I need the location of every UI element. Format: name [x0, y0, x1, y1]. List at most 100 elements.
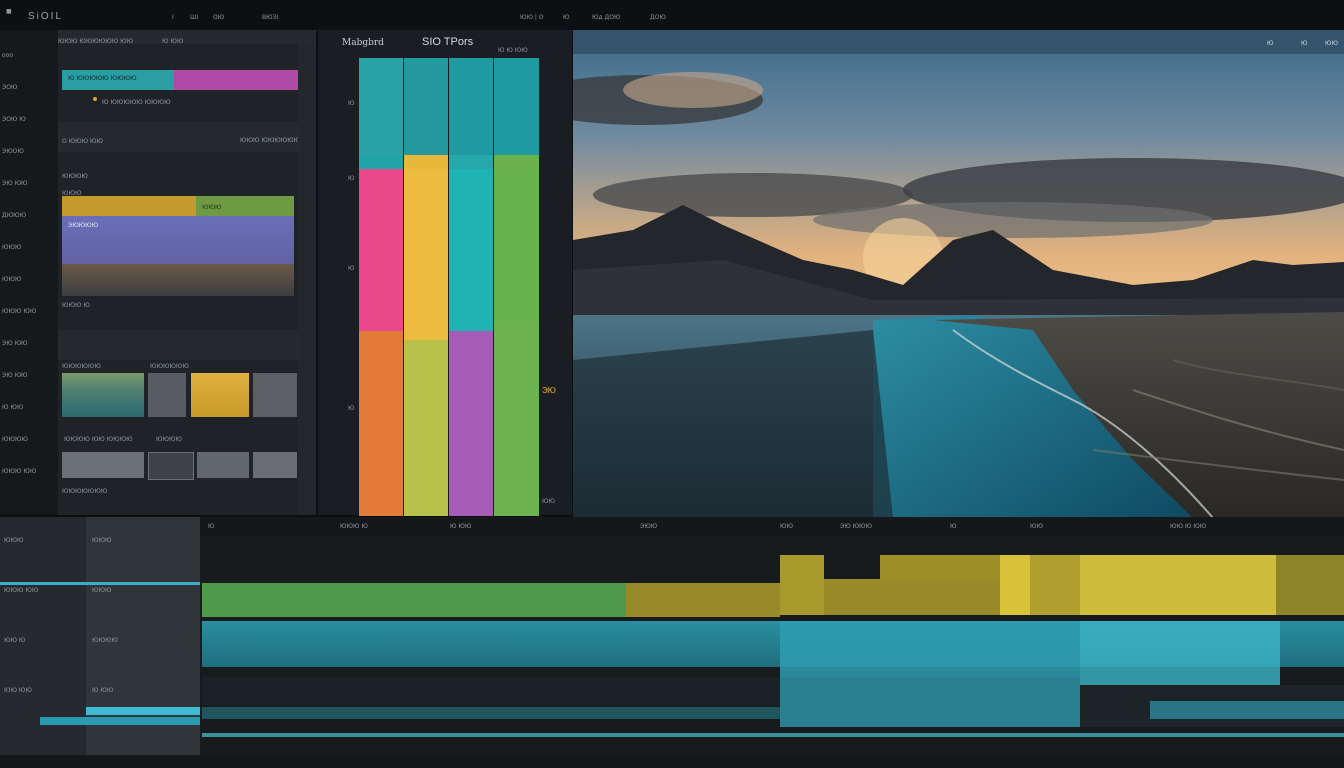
clip-olive[interactable] [626, 583, 780, 617]
swatch-teal-4[interactable] [494, 58, 539, 155]
waveform-track[interactable] [202, 707, 780, 719]
color-panel-menu[interactable]: Ю Ю ЮЮ [498, 47, 528, 54]
thumbnail-gray-2[interactable] [253, 373, 297, 417]
swatch-orange[interactable] [359, 331, 403, 516]
ruler-label[interactable]: ЭЮЮ [640, 523, 657, 530]
clip-gold-7[interactable] [780, 579, 824, 615]
menu-item-4[interactable]: BЮЗI [262, 14, 278, 21]
clip-bar-magenta[interactable] [174, 70, 311, 90]
ruler-label[interactable]: ЮЮ [780, 523, 793, 530]
sidebar-item[interactable]: ЭЮОЮ [2, 148, 24, 155]
thumbnail-landscape[interactable] [62, 373, 144, 417]
menu-item-1[interactable]: I [172, 14, 174, 21]
swatch-green-2[interactable] [494, 321, 539, 516]
timeline-scroll[interactable] [202, 733, 1344, 737]
menu-item-3[interactable]: ОЮ [213, 14, 224, 21]
swatch-strip-1[interactable] [359, 155, 403, 169]
row-label: Ю ЮЮЮЮЮ ЮЮЮЮ [102, 99, 171, 106]
sidebar-item[interactable]: ЭОЮ [2, 84, 17, 91]
menu-item-2[interactable]: ШI [190, 14, 198, 21]
lower-track-1[interactable] [202, 677, 780, 705]
ruler-label[interactable]: ЮЮ [1030, 523, 1043, 530]
top-center-item-2[interactable]: Ю [563, 14, 569, 21]
top-center-item-4[interactable]: ДОЮ [650, 14, 666, 21]
panel-header-label: ЮЮЮ ЮЮЮЮЮЮ ЮЮ [58, 38, 134, 45]
swatch-strip-2[interactable] [404, 155, 448, 169]
strip-clip-4[interactable] [253, 452, 297, 478]
viewer-control-1[interactable]: Ю [1267, 40, 1273, 47]
clip-yellow-main[interactable] [1080, 555, 1276, 615]
swatch-teal-2[interactable] [404, 58, 448, 155]
sidebar-item[interactable]: ЮЮЮ ЮЮ [2, 308, 36, 315]
strip-clip-2[interactable] [148, 452, 194, 480]
grade-preview[interactable]: ЮЮЮ ЭЮЮЮЮ [62, 196, 294, 296]
sidebar-item[interactable]: ЮЮЮ [2, 244, 21, 251]
track-label[interactable]: ЮЮЮ [4, 537, 23, 544]
clip-green[interactable] [202, 583, 626, 617]
sidebar-item[interactable]: ЭОЮ Ю [2, 116, 26, 123]
swatch-teal-3[interactable] [449, 58, 493, 155]
scale-tick-3: Ю [348, 265, 355, 272]
track-label[interactable]: ЮЮ Ю [4, 637, 25, 644]
sidebar-item[interactable]: ЭЮ ЮЮ [2, 180, 28, 187]
timeline-panel: ЮЮЮ ЮЮЮ ЮЮЮ ЮЮ ЮЮЮ ЮЮ Ю ЮЮЮЮ ЮЮ ЮЮ Ю ЮЮ Ю ЮЮЮ ЮЮ… [0, 517, 1344, 768]
ruler-label[interactable]: ЮЮ Ю ЮЮ [1170, 523, 1206, 530]
ruler-label[interactable]: Ю [208, 523, 214, 530]
sidebar-item[interactable]: Ю ЮЮ [2, 404, 23, 411]
track-label[interactable]: ЮЮ ЮЮ [4, 687, 32, 694]
ruler-label[interactable]: Ю [950, 523, 956, 530]
audio-clip-highlight-2[interactable] [1080, 621, 1280, 685]
thumbnail-yellow[interactable] [191, 373, 249, 417]
swatch-strip-4[interactable] [494, 155, 539, 169]
track-label[interactable]: ЮЮЮ [92, 587, 111, 594]
lower-clip-teal[interactable] [780, 677, 1080, 727]
clip-gold-4[interactable] [1030, 555, 1080, 615]
sidebar-item[interactable]: ЮЮЮ [2, 276, 21, 283]
sidebar-item[interactable]: ДЮЮЮ [2, 212, 26, 219]
clip-gold-2[interactable] [880, 555, 1000, 579]
swatch-yellow[interactable] [404, 169, 448, 340]
track-selected-bar[interactable] [86, 707, 200, 715]
sidebar-item[interactable]: ЮЮЮ ЮЮ [2, 468, 36, 475]
swatch-teal-1[interactable] [359, 58, 403, 155]
sidebar-item[interactable]: ЭЮ ЮЮ [2, 340, 28, 347]
top-center-item-1[interactable]: ЮЮ | О [520, 14, 544, 21]
swatch-purple[interactable] [449, 331, 493, 516]
swatch-lime[interactable] [404, 340, 448, 516]
strip-clip-3[interactable] [197, 452, 249, 478]
swatch-cyan[interactable] [449, 169, 493, 331]
strip-clip-1[interactable] [62, 452, 144, 478]
video-preview-viewer[interactable]: Ю Ю ЮЮ [573, 30, 1344, 518]
sidebar-item[interactable]: ЭЮ ЮЮ [2, 372, 28, 379]
clip-gold-5[interactable] [1276, 555, 1344, 615]
panel-header-controls[interactable]: Ю ЮЮ [162, 38, 183, 45]
sidebar-item[interactable]: ooo [2, 52, 13, 59]
sidebar-item[interactable]: ЮЮЮЮ [2, 436, 28, 443]
top-center-item-3[interactable]: Юд ДОЮ [592, 14, 620, 21]
track-label[interactable]: Ю ЮЮ [92, 687, 113, 694]
track-selected-bar-2[interactable] [40, 717, 200, 725]
swatch-strip-3[interactable] [449, 155, 493, 169]
info-row-right: ЮЮЮ ЮЮЮЮЮЮЮ [240, 137, 307, 144]
thumbnail-gray-1[interactable] [148, 373, 186, 417]
track-label[interactable]: ЮЮЮ ЮЮ [4, 587, 38, 594]
landscape-frame [573, 30, 1344, 518]
swatch-green[interactable] [494, 169, 539, 321]
timeline-footer [0, 755, 1344, 768]
panel-scrollbar[interactable] [298, 44, 316, 515]
track-label[interactable]: ЮЮЮЮ [92, 637, 118, 644]
ruler-label[interactable]: Ю ЮЮ [450, 523, 471, 530]
ruler-label[interactable]: ЮЮЮ Ю [340, 523, 368, 530]
clip-bar-label: Ю ЮЮЮЮЮ ЮЮЮЮ [68, 75, 137, 82]
track-label[interactable]: ЮЮЮ [92, 537, 111, 544]
color-panel-subtitle: SIO TPors [422, 36, 474, 48]
clip-gold-3[interactable] [1000, 555, 1030, 615]
clip-gold-1[interactable] [780, 555, 824, 579]
lower-clip-teal-2[interactable] [1150, 701, 1344, 719]
swatch-pink[interactable] [359, 169, 403, 331]
clip-gold-6[interactable] [824, 579, 1000, 615]
viewer-control-3[interactable]: ЮЮ [1325, 40, 1338, 47]
grade-clip-label: ЭЮЮЮЮ [68, 222, 99, 229]
ruler-label[interactable]: ЭЮ ЮЮЮ [840, 523, 872, 530]
viewer-control-2[interactable]: Ю [1301, 40, 1307, 47]
